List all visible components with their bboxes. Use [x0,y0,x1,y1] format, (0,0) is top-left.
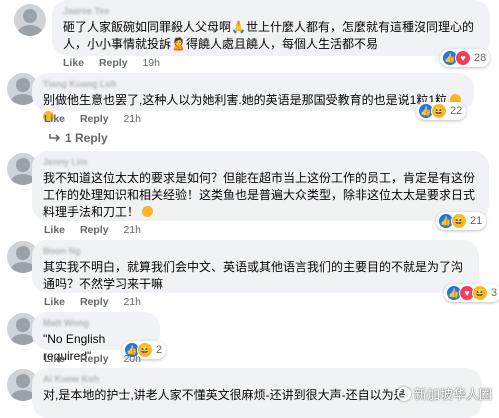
comment-author[interactable]: Jaaroe Tee [63,6,479,17]
like-button[interactable]: Like [44,296,65,308]
haha-reaction-icon: 😆 [472,285,488,301]
reaction-summary[interactable]: 👍 ♥ 28 [440,49,491,67]
reaction-count: 22 [450,105,463,117]
reply-button[interactable]: Reply [80,353,109,365]
haha-reaction-icon: 😆 [451,213,467,229]
haha-reaction-icon: 😆 [431,103,447,119]
comment-author[interactable]: Matt Wong [43,318,149,329]
comment-author[interactable]: Tiang Kuang Loh [43,79,463,90]
comment-timestamp[interactable]: 21h [123,296,141,308]
like-button[interactable]: Like [44,353,65,365]
comment-author[interactable]: Jenny Lim [43,157,478,168]
like-button[interactable]: Like [44,224,65,236]
reply-button[interactable]: Reply [80,224,109,236]
like-button[interactable]: Like [63,57,84,69]
watermark: 新加坡华人圈 [397,384,492,403]
reaction-summary[interactable]: 👍 😆 21 [436,212,487,230]
watermark-text: 新加坡华人圈 [414,387,493,402]
comment-actions: Like Reply 21h [44,224,153,236]
comment-text: 其实我不明白，就算我们会中文、英语或其他语言我们的主要目的不就是为了沟通吗？不然… [43,260,464,291]
reaction-count: 2 [156,344,163,356]
comment-bubble: Jenny Lim 我不知道这位太太的要求是如何？但能在超市当上这份工作的员工，… [32,151,489,221]
reply-arrow-icon [49,134,61,142]
avatar[interactable] [14,4,46,36]
love-reaction-icon: ♥ [455,50,471,66]
reaction-count: 28 [474,52,487,64]
comment-actions: Like Reply 20h [44,353,153,365]
reply-button[interactable]: Reply [99,57,128,69]
reaction-summary[interactable]: 👍 😆 22 [416,102,467,120]
comment-actions: Like Reply 21h [44,113,153,125]
reaction-count: 3 [491,287,498,299]
view-replies-link[interactable]: 1 Reply [49,131,108,145]
replies-count-label[interactable]: 1 Reply [65,131,108,145]
comment-timestamp[interactable]: 19h [142,57,160,69]
comment-timestamp[interactable]: 20h [123,353,141,365]
comment-bubble: Boon Ng 其实我不明白，就算我们会中文、英语或其他语言我们的主要目的不就是… [32,240,479,293]
comment-timestamp[interactable]: 21h [123,113,141,125]
emoji-icon [142,206,154,217]
comment-actions: Like Reply 21h [44,296,153,308]
reply-button[interactable]: Reply [80,113,109,125]
comment-author[interactable]: Boon Ng [43,246,468,257]
comment-text: 砸了人家飯碗如同罪殺人父母啊🙏世上什麼人都有，怎麼就有這種沒同理心的人，小小事情… [63,20,474,51]
comment-bubble: Tiang Kuang Loh 别做他生意也罢了,这种人以为她利害.她的英语是那… [32,73,474,122]
reaction-count: 21 [470,215,483,227]
comment-timestamp[interactable]: 21h [123,224,141,236]
comment-actions: Like Reply 19h [63,57,172,69]
reaction-summary[interactable]: 👍 ♥ 😆 3 [444,284,499,302]
reply-button[interactable]: Reply [80,296,109,308]
watermark-logo-icon [397,386,411,401]
comment-text: 我不知道这位太太的要求是如何？但能在超市当上这份工作的员工，肯定是有这份工作的处… [43,171,476,219]
comment-bubble: Jaaroe Tee 砸了人家飯碗如同罪殺人父母啊🙏世上什麼人都有，怎麼就有這種… [52,0,490,56]
like-button[interactable]: Like [44,113,65,125]
